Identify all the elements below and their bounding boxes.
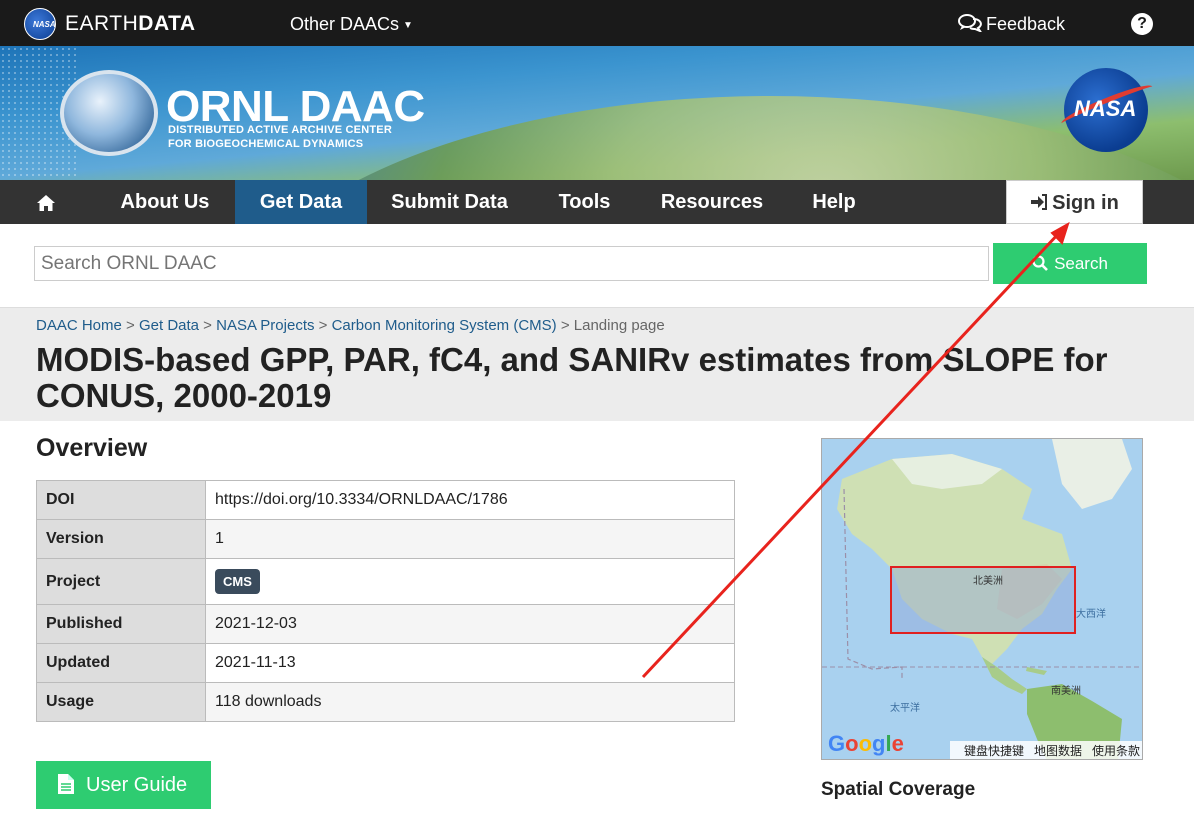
caret-down-icon: ▼: [403, 19, 413, 31]
google-logo[interactable]: Google: [828, 731, 904, 757]
nasa-logo-icon[interactable]: NASA: [24, 8, 56, 40]
nav-help[interactable]: Help: [787, 180, 881, 224]
row-value-published: 2021-12-03: [205, 604, 735, 644]
earthdata-bar: NASA EARTHDATA Other DAACs ▼ Feedback ?: [0, 0, 1194, 46]
map-footer: Google 键盘快捷键 地图数据 使用条款: [822, 731, 1142, 759]
main-nav: About Us Get Data Submit Data Tools Reso…: [0, 180, 1194, 224]
table-row: Published 2021-12-03: [36, 604, 735, 644]
help-icon[interactable]: ?: [1131, 13, 1153, 35]
table-row: Usage 118 downloads: [36, 682, 735, 722]
spatial-coverage-map[interactable]: 北美洲 大西洋 太平洋 南美洲 Google 键盘快捷键 地图数据 使用条款: [821, 438, 1143, 760]
breadcrumb-nasa-projects[interactable]: NASA Projects: [216, 317, 314, 334]
search-icon: [1032, 255, 1048, 271]
doi-link[interactable]: https://doi.org/10.3334/ORNLDAAC/1786: [205, 480, 735, 520]
north-america-label: 北美洲: [973, 576, 1003, 587]
feedback-link[interactable]: Feedback: [958, 14, 1065, 35]
table-row: Updated 2021-11-13: [36, 643, 735, 683]
user-guide-button[interactable]: User Guide: [36, 761, 211, 809]
breadcrumb-cms[interactable]: Carbon Monitoring System (CMS): [332, 317, 557, 334]
other-daacs-dropdown[interactable]: Other DAACs ▼: [290, 14, 413, 35]
row-key-updated: Updated: [36, 643, 206, 683]
ornl-subtitle-1: DISTRIBUTED ACTIVE ARCHIVE CENTER: [168, 124, 392, 136]
map-data-link[interactable]: 地图数据: [1034, 744, 1082, 758]
sign-in-button[interactable]: Sign in: [1006, 180, 1143, 224]
overview-heading: Overview: [36, 434, 148, 462]
row-key-published: Published: [36, 604, 206, 644]
nav-resources[interactable]: Resources: [638, 180, 786, 224]
map-terms-link[interactable]: 使用条款: [1092, 744, 1140, 758]
cms-badge[interactable]: CMS: [215, 569, 260, 594]
earthdata-brand[interactable]: EARTHDATA: [65, 12, 196, 36]
breadcrumb: DAAC Home > Get Data > NASA Projects > C…: [36, 317, 665, 334]
overview-table: DOI https://doi.org/10.3334/ORNLDAAC/178…: [36, 480, 735, 722]
breadcrumb-daac-home[interactable]: DAAC Home: [36, 317, 122, 334]
ornl-subtitle-2: FOR BIOGEOCHEMICAL DYNAMICS: [168, 138, 364, 150]
ornl-globe-logo-icon[interactable]: [60, 70, 158, 156]
row-key-usage: Usage: [36, 682, 206, 722]
ornl-banner: ORNL DAAC DISTRIBUTED ACTIVE ARCHIVE CEN…: [0, 46, 1194, 180]
row-value-version: 1: [205, 519, 735, 559]
home-icon: [37, 194, 55, 211]
map-graphic: [822, 439, 1142, 759]
atlantic-label: 大西洋: [1076, 609, 1106, 620]
search-input[interactable]: [34, 246, 989, 281]
row-key-project: Project: [36, 558, 206, 605]
south-america-label: 南美洲: [1051, 686, 1081, 697]
nav-home[interactable]: [24, 180, 68, 224]
pacific-label: 太平洋: [890, 703, 920, 714]
row-value-usage: 118 downloads: [205, 682, 735, 722]
nav-get-data[interactable]: Get Data: [235, 180, 367, 224]
chat-bubbles-icon: [958, 14, 983, 34]
nav-tools[interactable]: Tools: [532, 180, 637, 224]
search-button[interactable]: Search: [993, 243, 1147, 284]
row-key-doi: DOI: [36, 480, 206, 520]
map-keyboard-shortcuts-link[interactable]: 键盘快捷键: [964, 744, 1024, 758]
row-key-version: Version: [36, 519, 206, 559]
breadcrumb-get-data[interactable]: Get Data: [139, 317, 199, 334]
document-icon: [58, 774, 74, 794]
spatial-coverage-heading: Spatial Coverage: [821, 779, 976, 800]
table-row: Version 1: [36, 519, 735, 559]
map-links: 键盘快捷键 地图数据 使用条款: [949, 741, 1142, 759]
row-value-updated: 2021-11-13: [205, 643, 735, 683]
table-row: DOI https://doi.org/10.3334/ORNLDAAC/178…: [36, 480, 735, 520]
nasa-meatball-logo-icon[interactable]: NASA: [1058, 68, 1156, 152]
page-title: MODIS-based GPP, PAR, fC4, and SANIRv es…: [36, 341, 1108, 414]
breadcrumb-current: Landing page: [573, 317, 665, 334]
nav-submit-data[interactable]: Submit Data: [368, 180, 531, 224]
nav-about-us[interactable]: About Us: [96, 180, 234, 224]
table-row: Project CMS: [36, 558, 735, 605]
sign-in-icon: [1031, 194, 1048, 210]
